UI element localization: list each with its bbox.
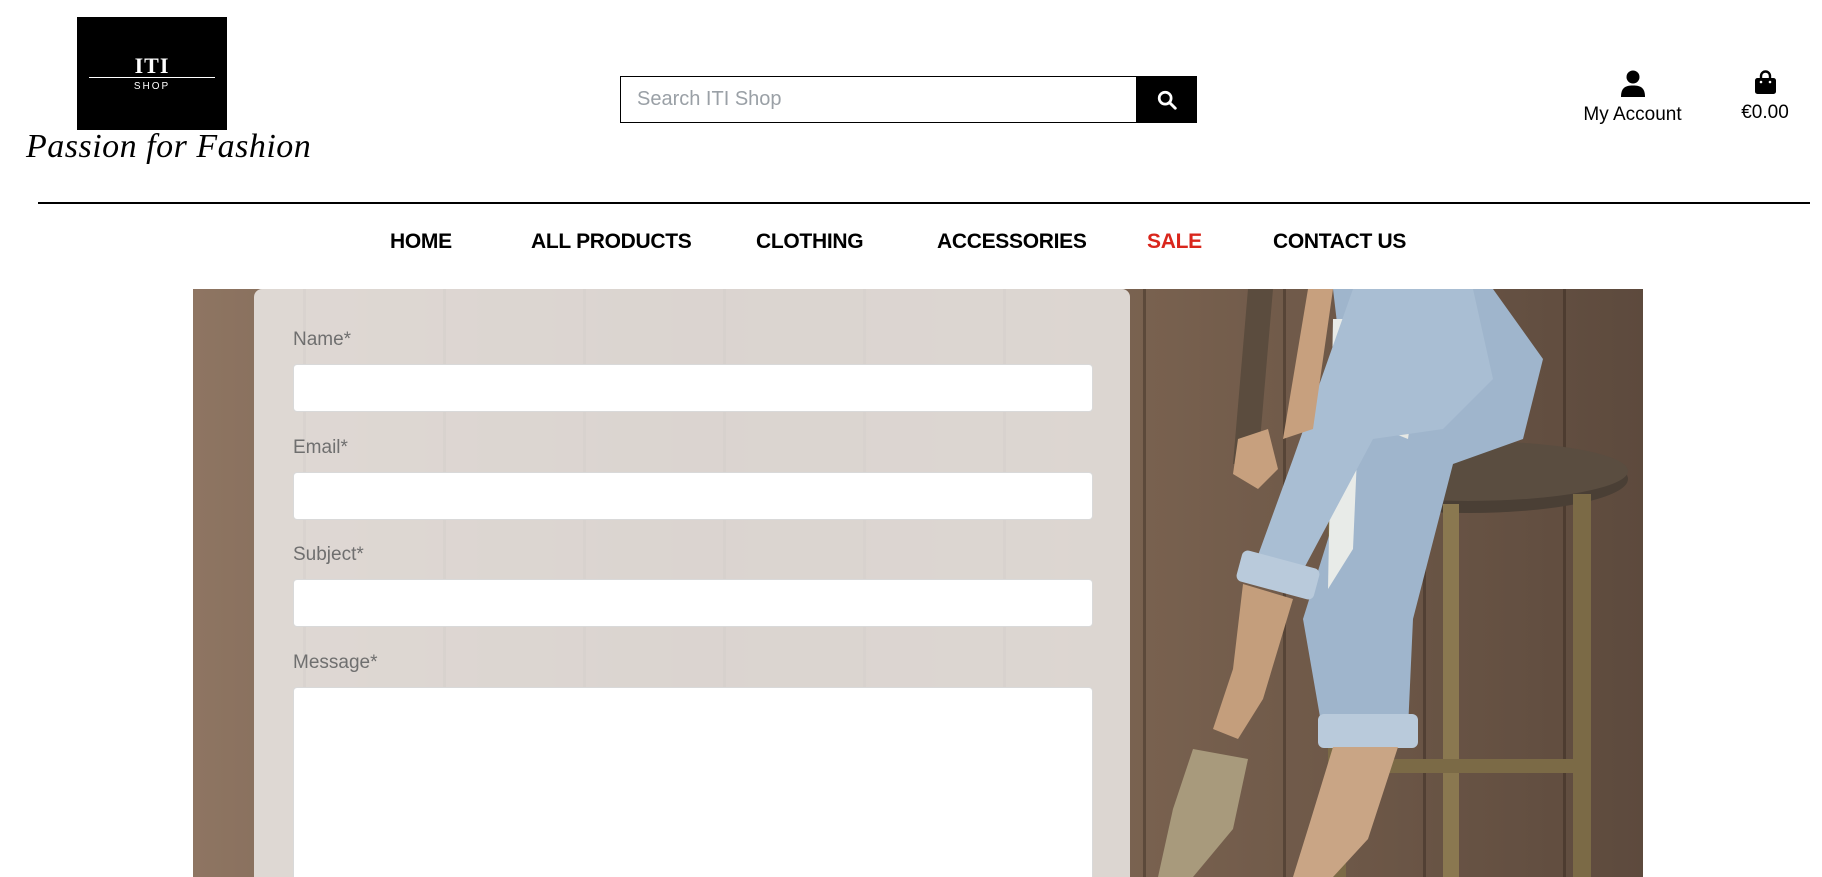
shopping-bag-icon — [1754, 70, 1776, 94]
logo-subtitle: SHOP — [133, 81, 171, 92]
nav-accessories[interactable]: ACCESSORIES — [937, 230, 1087, 254]
name-field[interactable] — [293, 364, 1093, 412]
nav-contact-us[interactable]: CONTACT US — [1273, 230, 1406, 254]
message-field[interactable] — [293, 687, 1093, 877]
user-icon — [1620, 70, 1645, 97]
shopping-bag-link[interactable]: €0.00 — [1730, 70, 1800, 124]
email-field[interactable] — [293, 472, 1093, 520]
nav-clothing[interactable]: CLOTHING — [756, 230, 864, 254]
subject-label: Subject* — [293, 544, 364, 565]
subject-field[interactable] — [293, 579, 1093, 627]
nav-all-products[interactable]: ALL PRODUCTS — [531, 230, 692, 254]
nav-home[interactable]: HOME — [390, 230, 452, 254]
my-account-label: My Account — [1583, 104, 1682, 125]
nav-sale[interactable]: SALE — [1147, 230, 1202, 254]
search-icon — [1157, 90, 1177, 110]
header-divider — [38, 202, 1810, 204]
shop-logo[interactable]: ITI SHOP — [77, 17, 227, 130]
message-label: Message* — [293, 652, 378, 673]
search-bar — [620, 76, 1197, 123]
name-label: Name* — [293, 329, 352, 350]
logo-title: ITI — [134, 53, 170, 78]
brand-tagline: Passion for Fashion — [26, 128, 312, 165]
search-button[interactable] — [1136, 76, 1197, 123]
bag-total: €0.00 — [1741, 102, 1789, 123]
logo-divider — [89, 77, 215, 78]
my-account-link[interactable]: My Account — [1575, 70, 1690, 126]
email-label: Email* — [293, 437, 348, 458]
search-input[interactable] — [620, 76, 1136, 123]
main-nav: HOME ALL PRODUCTS CLOTHING ACCESSORIES S… — [0, 230, 1822, 260]
